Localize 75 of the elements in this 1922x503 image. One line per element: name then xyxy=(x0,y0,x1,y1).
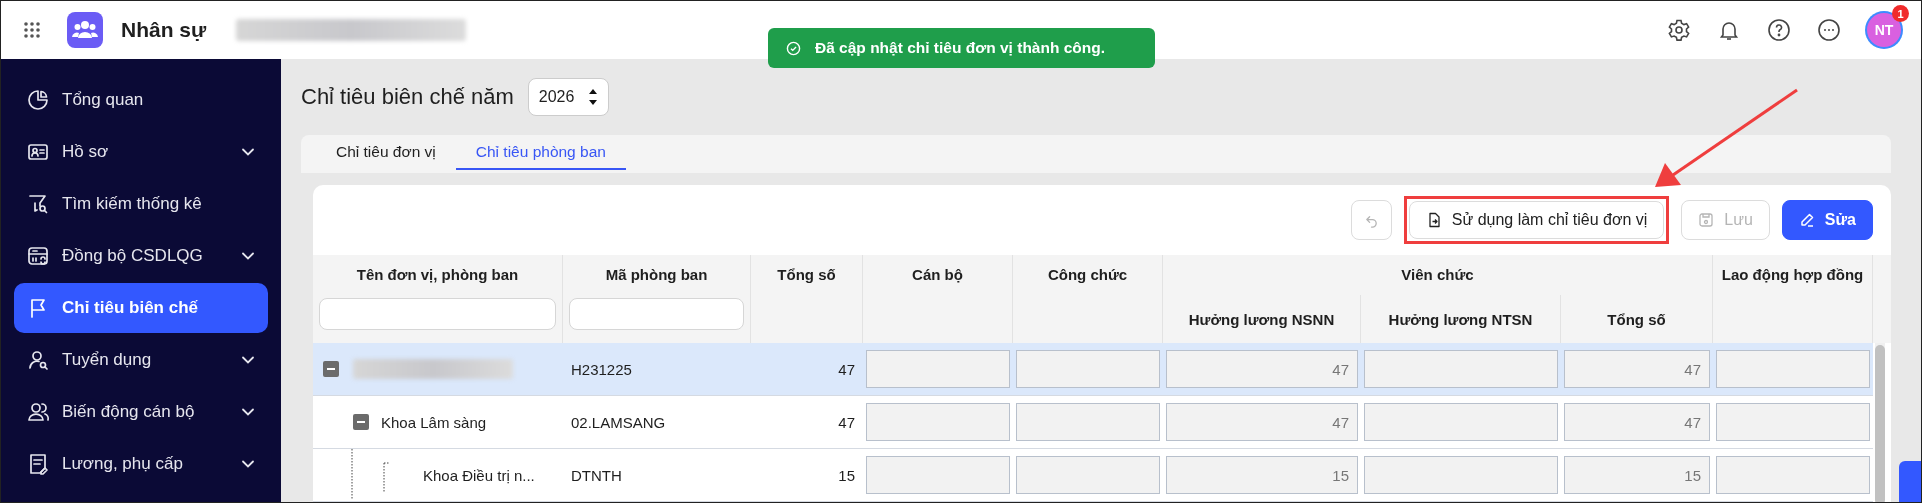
sidebar-item[interactable]: Tuyển dụng xyxy=(14,335,268,385)
number-field[interactable]: 47 xyxy=(1564,350,1710,388)
people-logo-icon xyxy=(67,12,103,48)
app-grid-icon[interactable] xyxy=(23,21,41,39)
collapse-icon[interactable] xyxy=(323,361,339,377)
table-row[interactable]: H231225 47 47 47 xyxy=(313,343,1873,396)
unit-name: Khoa Điều trị n... xyxy=(423,466,535,484)
notification-count: 1 xyxy=(1892,5,1909,22)
save-icon xyxy=(1698,212,1715,228)
unit-name: Khoa Lâm sàng xyxy=(381,413,487,431)
user-search-icon xyxy=(26,348,50,372)
pie-chart-icon xyxy=(26,88,50,112)
total-count: 47 xyxy=(838,413,855,431)
column-header: Cán bộ xyxy=(912,265,963,284)
users-icon xyxy=(26,400,50,424)
total-count: 47 xyxy=(838,360,855,378)
spinner-icon[interactable] xyxy=(588,87,599,107)
number-field[interactable] xyxy=(1016,350,1160,388)
page-title: Chỉ tiêu biên chế năm xyxy=(301,84,514,110)
toast-message: Đã cập nhật chỉ tiêu đơn vị thành công. xyxy=(815,39,1106,57)
column-header: Tổng số xyxy=(1607,309,1666,329)
department-code: H231225 xyxy=(571,360,632,378)
tab[interactable]: Chỉ tiêu đơn vị xyxy=(316,135,456,170)
column-header: Công chức xyxy=(1047,265,1128,284)
sidebar-item[interactable]: Tổng quan xyxy=(14,75,268,125)
sidebar-item[interactable]: Biến động cán bộ xyxy=(14,387,268,437)
number-field[interactable] xyxy=(1716,350,1870,388)
column-header: Viên chức xyxy=(1401,265,1474,284)
collapse-icon[interactable] xyxy=(353,414,369,430)
number-field[interactable] xyxy=(1364,350,1558,388)
more-icon[interactable] xyxy=(1817,18,1841,42)
sidebar-item[interactable]: Đồng bộ CSDLQG xyxy=(14,231,268,281)
number-field[interactable] xyxy=(866,456,1010,494)
tab[interactable]: Chỉ tiêu phòng ban xyxy=(455,135,626,170)
use-as-unit-target-button[interactable]: Sử dụng làm chỉ tiêu đơn vị xyxy=(1408,201,1665,239)
table-row[interactable]: Khoa Điều trị n... DTNTH 15 15 15 xyxy=(313,449,1873,502)
sidebar-item[interactable]: Chỉ tiêu biên chế xyxy=(14,283,268,333)
app-title: Nhân sự xyxy=(121,18,207,42)
sidebar-item[interactable]: Hồ sơ xyxy=(14,127,268,177)
column-header: Hưởng lương NSNN xyxy=(1188,309,1335,329)
column-header: Tên đơn vị, phòng ban xyxy=(356,265,519,284)
scrollbar[interactable] xyxy=(1875,343,1885,502)
number-field[interactable]: 47 xyxy=(1564,403,1710,441)
number-field[interactable]: 15 xyxy=(1166,456,1358,494)
check-circle-icon xyxy=(786,40,801,56)
edit-button[interactable]: Sửa xyxy=(1781,200,1873,240)
column-header: Lao động hợp đồng xyxy=(1721,265,1864,284)
number-field[interactable] xyxy=(866,403,1010,441)
column-header: Hưởng lương NTSN xyxy=(1388,309,1533,329)
number-field[interactable] xyxy=(1716,403,1870,441)
year-field[interactable]: 2026 xyxy=(527,78,610,116)
filter-field[interactable] xyxy=(319,298,556,330)
number-field[interactable]: 15 xyxy=(1564,456,1710,494)
number-field[interactable] xyxy=(1716,456,1870,494)
filter-field[interactable] xyxy=(569,298,744,330)
number-field[interactable] xyxy=(1364,403,1558,441)
number-field[interactable] xyxy=(1016,403,1160,441)
settings-icon[interactable] xyxy=(1667,18,1691,42)
number-field[interactable] xyxy=(1016,456,1160,494)
sidebar-item[interactable]: Tìm kiếm thống kê xyxy=(14,179,268,229)
total-count: 15 xyxy=(838,466,855,484)
department-code: 02.LAMSANG xyxy=(571,413,666,431)
pencil-icon xyxy=(1798,212,1815,228)
column-header: Tổng số xyxy=(777,265,836,284)
sync-database-icon xyxy=(26,244,50,268)
number-field[interactable]: 47 xyxy=(1166,350,1358,388)
number-field[interactable] xyxy=(1364,456,1558,494)
filter-search-icon xyxy=(26,192,50,216)
number-field[interactable] xyxy=(866,350,1010,388)
department-code: DTNTH xyxy=(571,466,622,484)
tree-connector xyxy=(351,449,391,499)
sidebar-item[interactable]: Lương, phụ cấp xyxy=(14,439,268,489)
number-field[interactable]: 47 xyxy=(1166,403,1358,441)
help-icon[interactable] xyxy=(1767,18,1791,42)
column-header: Mã phòng ban xyxy=(605,265,708,284)
